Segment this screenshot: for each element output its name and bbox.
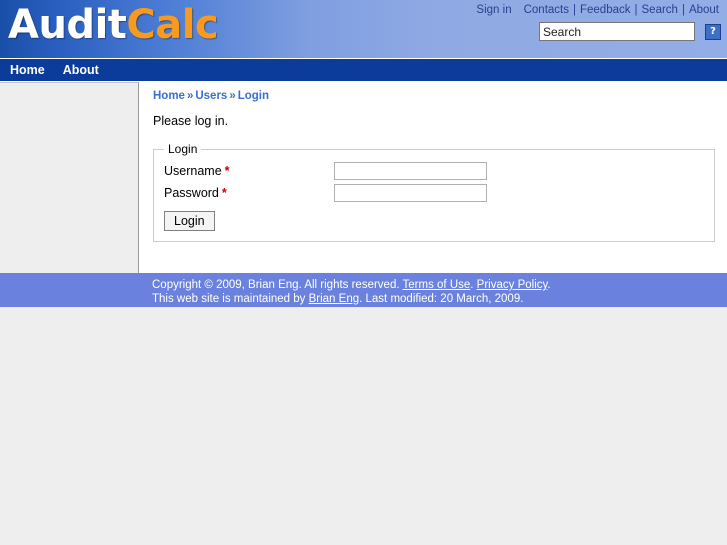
footer-privacy-suffix: . [547,279,551,291]
footer-line-maintainer: This web site is maintained by Brian Eng… [152,293,727,307]
top-link-separator-3: | [681,4,685,16]
form-row-submit: Login [164,204,487,233]
main-navigation: Home About [0,58,727,81]
password-label: Password [164,186,219,200]
top-utility-links: Sign in Contacts | Feedback | Search | About [476,4,719,16]
top-link-search[interactable]: Search [642,4,678,16]
password-required-marker: * [221,186,227,200]
breadcrumb-separator-2: » [229,90,236,102]
footer-last-modified-text: . Last modified: 20 March, 2009. [359,292,524,305]
page-body: Home» Users» Login Please log in. Login Us… [0,81,727,273]
site-header: AuditCalc Sign in Contacts | Feedback | Searc… [0,0,727,58]
logo-text-audit: Audit [8,2,127,48]
top-link-about[interactable]: About [689,4,719,16]
breadcrumb-item-home[interactable]: Home [153,90,185,102]
password-label-cell: Password * [164,182,334,204]
page-instruction-text: Please log in. [153,114,229,128]
login-fieldset-legend: Login [168,142,198,156]
footer-copyright-text: Copyright © 2009, Brian Eng. All rights … [152,279,403,291]
breadcrumb: Home» Users» Login [153,90,717,102]
footer-link-maintainer[interactable]: Brian Eng [309,293,360,305]
form-row-password: Password * [164,182,487,204]
breadcrumb-item-login[interactable]: Login [238,90,269,102]
username-input[interactable] [334,162,487,180]
password-input-cell [334,182,487,204]
top-link-sign-in[interactable]: Sign in [476,4,511,16]
search-input[interactable] [539,22,695,41]
breadcrumb-separator-1: » [186,90,194,102]
top-link-separator-1: | [572,4,576,16]
nav-item-home[interactable]: Home [10,63,45,77]
username-required-marker: * [224,164,230,178]
top-link-contacts[interactable]: Contacts [524,4,569,16]
question-mark-icon[interactable]: ? [705,23,721,40]
site-footer: Copyright © 2009, Brian Eng. All rights … [0,273,727,307]
footer-line-copyright: Copyright © 2009, Brian Eng. All rights … [152,279,727,293]
nav-item-about[interactable]: About [63,63,99,77]
submit-spacer-cell [334,204,487,233]
breadcrumb-item-users[interactable]: Users [195,90,227,102]
login-button[interactable]: Login [164,211,215,231]
logo-text-calc: Calc [126,2,219,48]
submit-cell: Login [164,204,334,233]
search-bar: ? [539,22,721,41]
username-label-cell: Username * [164,160,334,182]
login-form-table: Username * Password * Login [164,160,487,233]
top-link-feedback[interactable]: Feedback [580,4,631,16]
footer-maintainer-prefix: This web site is maintained by [152,292,309,305]
top-link-separator-2: | [634,4,638,16]
form-row-username: Username * [164,160,487,182]
main-content: Home» Users» Login Please log in. Login Us… [139,82,727,273]
username-input-cell [334,160,487,182]
site-logo[interactable]: AuditCalc [8,1,219,49]
page-background-filler [0,307,727,527]
left-sidebar [0,82,139,273]
password-input[interactable] [334,184,487,202]
login-fieldset: Login Username * Password * Login [153,142,715,242]
footer-link-privacy-policy[interactable]: Privacy Policy [477,279,548,291]
username-label: Username [164,164,222,178]
footer-link-terms-of-use[interactable]: Terms of Use [403,279,471,291]
